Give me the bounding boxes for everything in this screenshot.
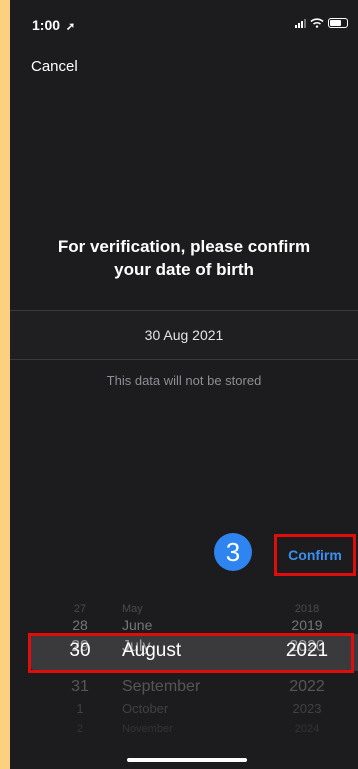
selected-date-field[interactable]: 30 Aug 2021 [10,310,358,360]
picker-year: 2023 [292,701,322,716]
selected-date-text: 30 Aug 2021 [144,327,224,343]
picker-year: 2022 [289,678,325,695]
status-icons [295,18,348,28]
status-bar: 1:00 ➚ [10,0,358,44]
title-line-1: For verification, please confirm [57,237,311,256]
status-time: 1:00 ➚ [32,17,75,33]
confirm-button[interactable]: Confirm [274,534,356,576]
picker-day: 31 [71,678,89,695]
picker-row[interactable]: 2 November 2024 [10,718,358,740]
wifi-icon [310,18,324,28]
page-title: For verification, please confirm your da… [10,235,358,281]
location-arrow-icon: ➚ [65,21,76,33]
step-number-badge: 3 [214,533,252,571]
selected-row-annotation-box [28,633,354,673]
clock-text: 1:00 [32,17,61,33]
picker-month: September [122,678,201,695]
confirm-label: Confirm [288,547,342,563]
picker-year: 2024 [294,723,320,735]
picker-month: October [122,701,169,716]
picker-row[interactable]: 1 October 2023 [10,698,358,720]
battery-icon [328,18,348,28]
picker-day: 1 [76,701,84,716]
picker-day: 2 [76,723,84,735]
privacy-note: This data will not be stored [106,373,262,388]
home-indicator [127,758,247,762]
picker-row[interactable]: 31 September 2022 [10,676,358,698]
cancel-button[interactable]: Cancel [31,58,78,75]
date-picker[interactable]: 27 May 2018 28 June 2019 29 July 2020 30 August 202… [10,590,358,769]
title-line-2: your date of birth [114,260,254,279]
picker-month: November [122,723,173,735]
signal-icon [295,18,306,28]
